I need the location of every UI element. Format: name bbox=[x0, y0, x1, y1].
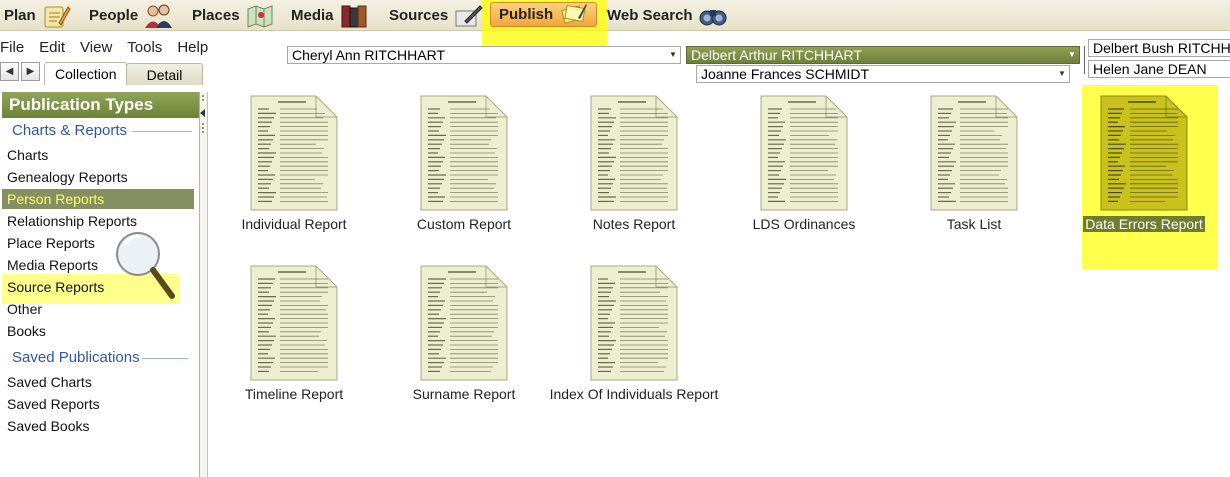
section-saved-publications: Saved Publications bbox=[12, 349, 140, 366]
forward-button[interactable]: ▶ bbox=[21, 62, 40, 81]
tab-publish[interactable]: Publish bbox=[490, 2, 598, 28]
report-label: Task List bbox=[946, 216, 1002, 232]
chevron-down-icon[interactable]: ▼ bbox=[667, 48, 679, 62]
report-item[interactable]: Individual Report bbox=[209, 95, 379, 233]
report-label: Custom Report bbox=[416, 216, 512, 232]
tab-sources[interactable]: Sources bbox=[389, 0, 483, 31]
menu-file[interactable]: File bbox=[0, 39, 24, 56]
sources-pen-icon bbox=[453, 3, 483, 29]
report-document-icon bbox=[420, 95, 508, 211]
module-bar: Plan People Places Media Sources Publish bbox=[0, 0, 1230, 57]
report-label: Notes Report bbox=[592, 216, 676, 232]
report-item[interactable]: LDS Ordinances bbox=[719, 95, 889, 233]
report-item[interactable]: Notes Report bbox=[549, 95, 719, 233]
tab-people[interactable]: People bbox=[89, 0, 173, 31]
menu-edit[interactable]: Edit bbox=[39, 39, 65, 56]
sidebar-item-charts[interactable]: Charts bbox=[7, 145, 48, 165]
menu-tools[interactable]: Tools bbox=[127, 39, 162, 56]
back-button[interactable]: ◀ bbox=[0, 62, 19, 81]
sidebar-item-other[interactable]: Other bbox=[7, 299, 42, 319]
section-charts-reports: Charts & Reports bbox=[12, 122, 128, 139]
plan-notepad-icon bbox=[41, 3, 71, 29]
report-label: Data Errors Report bbox=[1083, 216, 1205, 232]
grip-dot bbox=[202, 99, 204, 101]
panel-title: Publication Types bbox=[2, 92, 199, 118]
binoculars-icon bbox=[698, 3, 728, 29]
media-books-icon bbox=[339, 3, 369, 29]
publish-documents-icon bbox=[558, 2, 588, 28]
sidebar-item-media-reports[interactable]: Media Reports bbox=[7, 255, 98, 275]
sidebar-item-saved-books[interactable]: Saved Books bbox=[7, 416, 90, 436]
tab-media[interactable]: Media bbox=[291, 0, 369, 31]
tab-detail[interactable]: Detail bbox=[126, 63, 203, 85]
report-label: Timeline Report bbox=[244, 386, 344, 402]
report-document-icon bbox=[250, 265, 338, 381]
menu-view[interactable]: View bbox=[80, 39, 112, 56]
sidebar-item-genealogy-reports[interactable]: Genealogy Reports bbox=[7, 167, 128, 187]
grip-dot bbox=[202, 127, 204, 129]
report-label: Surname Report bbox=[412, 386, 516, 402]
pedigree-connector bbox=[1084, 46, 1085, 74]
chevron-down-icon[interactable]: ▼ bbox=[1056, 67, 1068, 81]
grip-dot bbox=[202, 95, 204, 97]
grip-dot bbox=[202, 123, 204, 125]
tab-collection[interactable]: Collection bbox=[44, 62, 128, 85]
report-document-icon bbox=[930, 95, 1018, 211]
report-document-icon bbox=[760, 95, 848, 211]
panel-splitter[interactable] bbox=[200, 92, 208, 477]
report-document-icon bbox=[250, 95, 338, 211]
tab-plan[interactable]: Plan bbox=[4, 0, 71, 31]
menu-bar: File Edit View Tools Help bbox=[0, 36, 223, 58]
sidebar-item-books[interactable]: Books bbox=[7, 321, 46, 341]
tab-web-search[interactable]: Web Search bbox=[607, 0, 728, 31]
report-label: Index Of Individuals Report bbox=[549, 386, 719, 402]
sidebar-item-saved-reports[interactable]: Saved Reports bbox=[7, 394, 100, 414]
arrow-right-icon: ▶ bbox=[26, 66, 35, 77]
sidebar-item-source-reports[interactable]: Source Reports bbox=[7, 277, 104, 297]
report-item[interactable]: Data Errors Report bbox=[1059, 95, 1229, 233]
places-map-icon bbox=[245, 3, 275, 29]
father-selector[interactable]: Delbert Arthur RITCHHART ▼ bbox=[686, 46, 1080, 64]
collapse-arrow-icon[interactable] bbox=[200, 109, 205, 117]
report-item[interactable]: Custom Report bbox=[379, 95, 549, 233]
sidebar-item-saved-charts[interactable]: Saved Charts bbox=[7, 372, 92, 392]
report-item[interactable]: Task List bbox=[889, 95, 1059, 233]
report-label: LDS Ordinances bbox=[752, 216, 856, 232]
report-document-icon bbox=[590, 95, 678, 211]
mother-selector[interactable]: Joanne Frances SCHMIDT ▼ bbox=[696, 65, 1070, 83]
chevron-down-icon[interactable]: ▼ bbox=[1066, 48, 1078, 62]
publication-types-panel: Publication Types Charts & Reports Chart… bbox=[0, 92, 200, 477]
arrow-left-icon: ◀ bbox=[5, 66, 14, 77]
grip-dot bbox=[202, 131, 204, 133]
report-gallery: Individual Report Custom Report Notes Repo… bbox=[209, 85, 1230, 477]
sidebar-item-person-reports[interactable]: Person Reports bbox=[2, 189, 194, 209]
sidebar-item-place-reports[interactable]: Place Reports bbox=[7, 233, 95, 253]
divider bbox=[132, 131, 192, 132]
report-label: Individual Report bbox=[241, 216, 347, 232]
paternal-grandmother-selector[interactable]: Helen Jane DEAN bbox=[1088, 60, 1230, 78]
magnifier-icon bbox=[116, 232, 175, 299]
report-document-icon bbox=[590, 265, 678, 381]
report-item[interactable]: Surname Report bbox=[379, 265, 549, 403]
report-item[interactable]: Timeline Report bbox=[209, 265, 379, 403]
root-person-selector[interactable]: Cheryl Ann RITCHHART ▼ bbox=[287, 46, 681, 64]
people-couple-icon bbox=[143, 3, 173, 29]
report-item[interactable]: Index Of Individuals Report bbox=[549, 265, 719, 403]
report-document-icon bbox=[1100, 95, 1188, 211]
report-document-icon bbox=[420, 265, 508, 381]
paternal-grandfather-selector[interactable]: Delbert Bush RITCHHA bbox=[1088, 39, 1230, 57]
divider bbox=[142, 358, 188, 359]
tab-places[interactable]: Places bbox=[192, 0, 275, 31]
menu-help[interactable]: Help bbox=[177, 39, 208, 56]
